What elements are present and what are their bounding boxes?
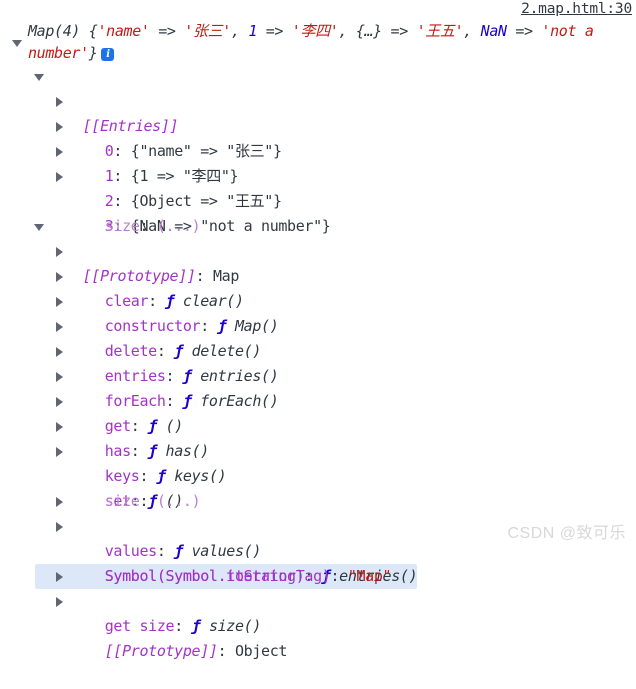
prototype-member-row[interactable]: clear: ƒ clear(): [0, 239, 636, 310]
nested-prototype-colon: :: [217, 642, 235, 660]
triangle-down-icon[interactable]: [34, 224, 44, 231]
preview-key-2: {…}: [355, 22, 382, 40]
prototype-member-row[interactable]: forEach: ƒ forEach(): [0, 339, 636, 410]
prototype-node-row[interactable]: [[Prototype]]: Map: [0, 214, 636, 285]
preview-value-2: '王五': [416, 22, 464, 40]
root-type-label: Map(4): [28, 22, 81, 40]
triangle-right-icon[interactable]: [56, 247, 63, 257]
triangle-right-icon[interactable]: [56, 322, 63, 332]
nested-prototype-row[interactable]: [[Prototype]]: Object: [0, 589, 636, 660]
info-badge-icon[interactable]: i: [101, 48, 115, 61]
root-object-row[interactable]: Map(4) {'name' => '张三', 1 => '李四', {…} =…: [0, 20, 636, 64]
nested-prototype-type: Object: [234, 642, 288, 660]
preview-arrow-2: =>: [381, 22, 417, 40]
triangle-right-icon[interactable]: [56, 122, 63, 132]
preview-key-1: 1: [248, 22, 258, 40]
nested-prototype-label: [[Prototype]]: [104, 642, 218, 660]
preview-sep-0: ,: [230, 22, 249, 40]
entries-item-row[interactable]: 1: {1 => "李四"}: [0, 114, 636, 185]
triangle-right-icon[interactable]: [56, 572, 63, 582]
preview-arrow-1: =>: [257, 22, 292, 40]
triangle-right-icon[interactable]: [56, 347, 63, 357]
triangle-right-icon[interactable]: [56, 97, 63, 107]
triangle-down-icon[interactable]: [12, 40, 22, 47]
member-name: get size: [104, 617, 175, 635]
prototype-member-row[interactable]: has: ƒ has(): [0, 389, 636, 460]
triangle-right-icon[interactable]: [56, 397, 63, 407]
preview-sep-1: ,: [338, 22, 356, 40]
triangle-right-icon[interactable]: [56, 272, 63, 282]
triangle-right-icon[interactable]: [56, 422, 63, 432]
preview-arrow-0: =>: [149, 22, 185, 40]
triangle-down-icon[interactable]: [34, 74, 44, 81]
entries-item-row[interactable]: 2: {Object => "王五"}: [0, 139, 636, 210]
triangle-right-icon[interactable]: [56, 447, 63, 457]
preview-sep-2: ,: [463, 22, 481, 40]
prototype-member-row[interactable]: values: ƒ values(): [0, 489, 636, 560]
preview-key-0: 'name': [97, 22, 150, 40]
prototype-member-row[interactable]: delete: ƒ delete(): [0, 289, 636, 360]
csdn-watermark: CSDN @致可乐: [507, 525, 626, 542]
entries-item-row[interactable]: 3: {NaN => "not a number"}: [0, 164, 636, 235]
triangle-right-icon[interactable]: [56, 372, 63, 382]
triangle-right-icon[interactable]: [56, 172, 63, 182]
member-colon: :: [174, 617, 192, 635]
function-mark-icon: ƒ: [191, 617, 201, 635]
triangle-right-icon[interactable]: [56, 522, 63, 532]
prototype-member-row[interactable]: entries: ƒ entries(): [0, 314, 636, 385]
prototype-member-row[interactable]: keys: ƒ keys(): [0, 414, 636, 485]
triangle-right-icon[interactable]: [56, 497, 63, 507]
preview-close-brace: }: [88, 44, 98, 62]
prototype-member-row[interactable]: constructor: ƒ Map(): [0, 264, 636, 335]
preview-arrow-3: =>: [506, 22, 542, 40]
source-location-link[interactable]: 2.map.html:30: [521, 1, 632, 17]
entries-size-row[interactable]: size: (...): [0, 189, 636, 235]
preview-value-1: '李四': [291, 22, 339, 40]
entries-item-row[interactable]: 0: {"name" => "张三"}: [0, 89, 636, 160]
preview-value-0: '张三': [184, 22, 231, 40]
triangle-right-icon[interactable]: [56, 147, 63, 157]
triangle-right-icon[interactable]: [56, 597, 63, 607]
preview-key-3: NaN: [480, 22, 507, 40]
get-size-row[interactable]: get size: ƒ size(): [0, 564, 636, 635]
prototype-member-row[interactable]: set: ƒ (): [0, 439, 636, 510]
prototype-size-row[interactable]: size: (...): [0, 464, 636, 510]
member-signature: size(): [208, 617, 262, 635]
entries-node-row[interactable]: [[Entries]]: [0, 64, 636, 135]
prototype-member-row[interactable]: get: ƒ (): [0, 364, 636, 435]
triangle-right-icon[interactable]: [56, 297, 63, 307]
